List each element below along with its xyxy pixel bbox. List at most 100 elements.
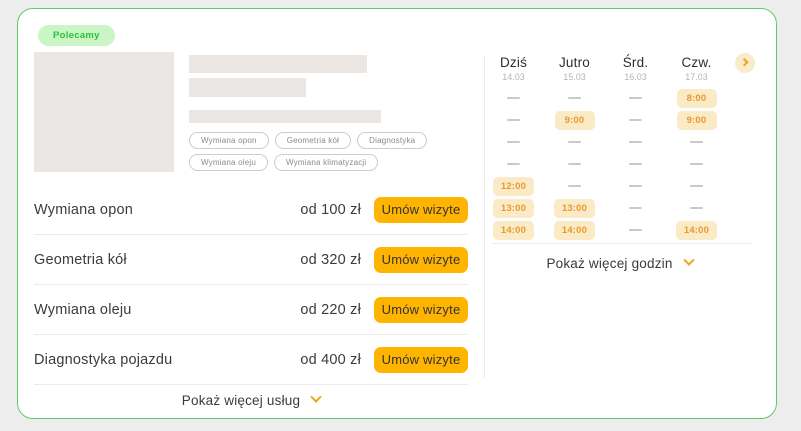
no-slot-dash (690, 207, 703, 209)
workshop-card: Polecamy Wymiana oponGeometria kółDiagno… (17, 8, 777, 419)
time-slot-cell: 8:00 (666, 87, 727, 109)
calendar-day-name: Śrd. (605, 55, 666, 70)
book-visit-button[interactable]: Umów wizyte (374, 347, 468, 373)
calendar-day-name: Jutro (544, 55, 605, 70)
no-slot-dash (507, 119, 520, 121)
service-price: od 100 zł (277, 202, 361, 218)
time-slot-cell: 14:00 (483, 219, 544, 241)
book-visit-button[interactable]: Umów wizyte (374, 247, 468, 273)
no-slot-dash (568, 163, 581, 165)
time-slot-cell (483, 131, 544, 153)
service-row: Geometria kół od 320 zł Umów wizyte (34, 235, 468, 285)
service-tag-chip[interactable]: Wymiana oleju (189, 154, 268, 171)
time-slot-cell (605, 87, 666, 109)
time-slot-button[interactable]: 12:00 (493, 177, 534, 196)
calendar-day-name: Czw. (666, 55, 727, 70)
time-slot-button[interactable]: 14:00 (676, 221, 717, 240)
calendar-next-button[interactable] (735, 53, 755, 73)
time-slot-cell (605, 219, 666, 241)
chevron-right-icon (740, 58, 748, 66)
time-slot-cell (544, 131, 605, 153)
chevron-down-icon (311, 392, 322, 403)
service-price: od 220 zł (277, 302, 361, 318)
time-slot-button[interactable]: 14:00 (493, 221, 534, 240)
time-slot-cell: 9:00 (666, 109, 727, 131)
service-row: Wymiana oleju od 220 zł Umów wizyte (34, 285, 468, 335)
service-tag-chip[interactable]: Geometria kół (275, 132, 351, 149)
no-slot-dash (507, 97, 520, 99)
calendar-day-date: 14.03 (483, 72, 544, 82)
no-slot-dash (568, 141, 581, 143)
time-slot-cell (544, 153, 605, 175)
no-slot-dash (568, 97, 581, 99)
calendar-day-header[interactable]: Jutro 15.03 (544, 55, 605, 82)
book-visit-button[interactable]: Umów wizyte (374, 297, 468, 323)
service-tag-chip[interactable]: Wymiana klimatyzacji (274, 154, 378, 171)
time-slot-button[interactable]: 14:00 (554, 221, 595, 240)
no-slot-dash (507, 163, 520, 165)
workshop-subtitle-placeholder (189, 78, 306, 97)
no-slot-dash (568, 185, 581, 187)
no-slot-dash (629, 163, 642, 165)
calendar-day-header[interactable]: Czw. 17.03 (666, 55, 727, 82)
time-slot-grid: 8:00 9:00 9:00 12:00 13:00 13:00 14:00 (483, 87, 727, 241)
page-background: Polecamy Wymiana oponGeometria kółDiagno… (0, 0, 801, 431)
time-slot-cell (605, 153, 666, 175)
service-row: Diagnostyka pojazdu od 400 zł Umów wizyt… (34, 335, 468, 385)
show-more-services-label: Pokaż więcej usług (182, 393, 300, 408)
show-more-hours-label: Pokaż więcej godzin (546, 256, 672, 271)
calendar-day-headers: Dziś 14.03 Jutro 15.03 Śrd. 16.03 Czw. 1… (483, 55, 727, 82)
calendar-divider (492, 243, 751, 244)
time-slot-cell (544, 175, 605, 197)
calendar-day-date: 15.03 (544, 72, 605, 82)
service-name: Wymiana oleju (34, 302, 277, 318)
no-slot-dash (629, 119, 642, 121)
time-slot-cell: 13:00 (483, 197, 544, 219)
no-slot-dash (507, 141, 520, 143)
service-row: Wymiana opon od 100 zł Umów wizyte (34, 185, 468, 235)
time-slot-cell: 14:00 (544, 219, 605, 241)
workshop-address-placeholder (189, 110, 381, 123)
time-slot-cell: 12:00 (483, 175, 544, 197)
service-name: Wymiana opon (34, 202, 277, 218)
no-slot-dash (629, 97, 642, 99)
no-slot-dash (690, 141, 703, 143)
time-slot-button[interactable]: 13:00 (493, 199, 534, 218)
time-slot-cell (483, 153, 544, 175)
service-name: Geometria kół (34, 252, 277, 268)
service-tags: Wymiana opon Geometria kół Diagnostyka Wymi… (189, 132, 469, 171)
services-list: Wymiana opon od 100 zł Umów wizyte Geome… (34, 185, 468, 385)
show-more-hours-button[interactable]: Pokaż więcej godzin (488, 250, 751, 276)
time-slot-cell (666, 175, 727, 197)
time-slot-cell (483, 109, 544, 131)
no-slot-dash (629, 229, 642, 231)
service-price: od 400 zł (277, 352, 361, 368)
time-slot-cell (605, 175, 666, 197)
time-slot-cell (544, 87, 605, 109)
time-slot-button[interactable]: 13:00 (554, 199, 595, 218)
time-slot-cell (666, 131, 727, 153)
service-tag-chip[interactable]: Diagnostyka (357, 132, 427, 149)
workshop-name-placeholder (189, 55, 367, 73)
show-more-services-button[interactable]: Pokaż więcej usług (34, 387, 468, 413)
time-slot-cell: 14:00 (666, 219, 727, 241)
book-visit-button[interactable]: Umów wizyte (374, 197, 468, 223)
time-slot-button[interactable]: 9:00 (677, 111, 717, 130)
time-slot-button[interactable]: 9:00 (555, 111, 595, 130)
no-slot-dash (629, 185, 642, 187)
time-slot-cell (666, 197, 727, 219)
calendar-day-header[interactable]: Śrd. 16.03 (605, 55, 666, 82)
calendar-day-name: Dziś (483, 55, 544, 70)
time-slot-cell (605, 131, 666, 153)
workshop-photo-placeholder (34, 52, 174, 172)
calendar-day-date: 16.03 (605, 72, 666, 82)
service-price: od 320 zł (277, 252, 361, 268)
time-slot-cell (605, 109, 666, 131)
calendar-day-header[interactable]: Dziś 14.03 (483, 55, 544, 82)
time-slot-button[interactable]: 8:00 (677, 89, 717, 108)
time-slot-cell: 13:00 (544, 197, 605, 219)
service-tag-chip[interactable]: Wymiana opon (189, 132, 269, 149)
no-slot-dash (690, 185, 703, 187)
time-slot-cell (666, 153, 727, 175)
no-slot-dash (629, 207, 642, 209)
